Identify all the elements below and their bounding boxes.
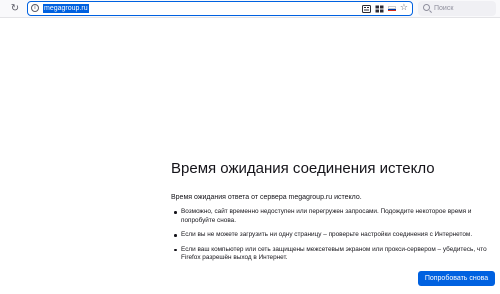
retry-button[interactable]: Попробовать снова [418, 271, 495, 286]
suggestion-item: Если вы не можете загрузить ни одну стра… [171, 231, 493, 240]
suggestion-item: Если ваш компьютер или сеть защищены меж… [171, 246, 493, 263]
suggestion-list: Возможно, сайт временно недоступен или п… [171, 208, 493, 269]
error-title: Время ожидания соединения истекло [171, 160, 435, 177]
suggestion-item: Возможно, сайт временно недоступен или п… [171, 208, 493, 225]
url-text[interactable]: megagroup.ru [43, 3, 89, 13]
info-icon[interactable]: i [31, 4, 39, 12]
url-bar-icons: ☆ [361, 4, 408, 13]
error-description: Время ожидания ответа от сервера megagro… [171, 194, 362, 201]
translate-icon[interactable] [375, 5, 384, 13]
reload-icon[interactable]: ↻ [9, 3, 21, 15]
search-box[interactable]: Поиск [418, 1, 496, 16]
bookmark-star-icon[interactable]: ☆ [400, 4, 408, 13]
search-icon [423, 4, 430, 11]
reader-view-icon[interactable] [361, 4, 371, 13]
url-bar[interactable]: i megagroup.ru ☆ [27, 1, 413, 16]
search-placeholder: Поиск [434, 5, 454, 12]
ru-flag-icon[interactable] [387, 5, 396, 12]
browser-toolbar: ↻ i megagroup.ru ☆ Поиск [0, 0, 500, 18]
